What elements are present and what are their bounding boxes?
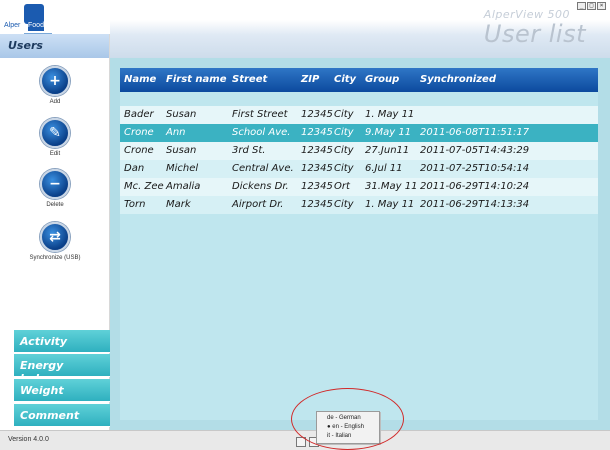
add-user-icon: +	[40, 66, 70, 96]
edit-user-button[interactable]: ✎ Edit	[0, 118, 110, 157]
col-street[interactable]: Street	[232, 74, 267, 85]
nav-weight[interactable]: Weight	[14, 379, 110, 402]
sidebar-section-users[interactable]: Users	[0, 34, 110, 58]
col-city[interactable]: City	[334, 74, 356, 85]
highlight-circle	[291, 388, 404, 450]
col-name[interactable]: Name	[124, 74, 156, 85]
page-title: User list	[483, 20, 586, 48]
table-row[interactable]: Bader Susan First Street 12345 City 1. M…	[120, 106, 598, 124]
app-logo: Alper Food	[4, 4, 56, 36]
delete-user-button[interactable]: − Delete	[0, 169, 110, 208]
table-row[interactable]: Dan Michel Central Ave. 12345 City 6.Jul…	[120, 160, 598, 178]
sidebar: Users + Add ✎ Edit − Delete ⇄ Synchroniz…	[0, 34, 110, 430]
col-synchronized[interactable]: Synchronized	[420, 74, 496, 85]
table-row[interactable]: Crone Susan 3rd St. 12345 City 27.Jun11 …	[120, 142, 598, 160]
table-row[interactable]: Mc. Zee Amalia Dickens Dr. 12345 Ort 31.…	[120, 178, 598, 196]
col-zip[interactable]: ZIP	[301, 74, 319, 85]
synchronize-usb-button[interactable]: ⇄ Synchronize (USB)	[0, 222, 110, 261]
table-header: Name First name Street ZIP City Group Sy…	[120, 68, 598, 92]
delete-user-icon: −	[40, 169, 70, 199]
col-group[interactable]: Group	[365, 74, 399, 85]
col-first-name[interactable]: First name	[166, 74, 226, 85]
nav-activity[interactable]: Activity	[14, 330, 110, 353]
sync-usb-icon: ⇄	[40, 222, 70, 252]
table-row[interactable]: Torn Mark Airport Dr. 12345 City 1. May …	[120, 196, 598, 214]
window-controls: _ □ ×	[577, 2, 606, 10]
table-row-selected[interactable]: Crone Ann School Ave. 12345 City 9.May 1…	[120, 124, 598, 142]
version-label: Version 4.0.0	[8, 436, 49, 443]
edit-user-icon: ✎	[40, 118, 70, 148]
maximize-button[interactable]: □	[587, 2, 596, 10]
nav-energy-balance[interactable]: Energy balance	[14, 354, 110, 385]
minimize-button[interactable]: _	[577, 2, 586, 10]
user-table: Name First name Street ZIP City Group Sy…	[120, 68, 598, 420]
main-panel: Name First name Street ZIP City Group Sy…	[110, 58, 610, 430]
add-user-button[interactable]: + Add	[0, 66, 110, 105]
close-button[interactable]: ×	[597, 2, 606, 10]
nav-comment[interactable]: Comment	[14, 404, 110, 427]
